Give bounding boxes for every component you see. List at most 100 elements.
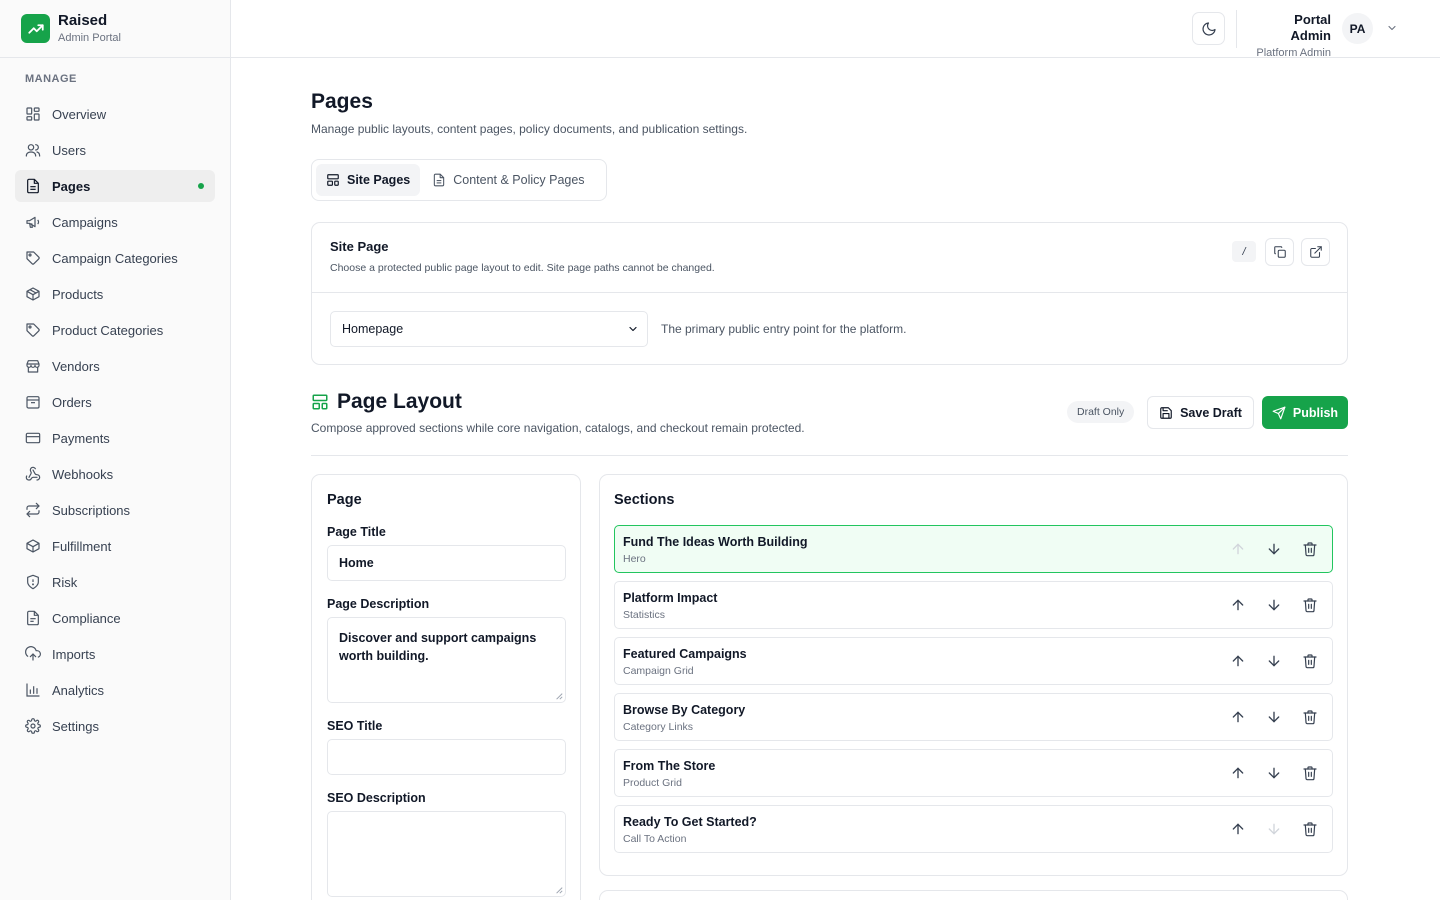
page-title: Pages: [311, 90, 373, 113]
page-description-value: Discover and support campaigns worth bui…: [339, 631, 537, 663]
arrow-down-icon[interactable]: [1266, 541, 1282, 557]
trash-icon[interactable]: [1302, 821, 1318, 837]
sidebar-item-label: Risk: [52, 574, 78, 590]
resize-grip-icon[interactable]: [555, 886, 563, 894]
publish-label: Publish: [1292, 405, 1339, 420]
sidebar-item-campaigns[interactable]: Campaigns: [15, 206, 215, 238]
site-page-subtitle: Choose a protected public page layout to…: [330, 262, 715, 274]
sidebar-item-campaign-categories[interactable]: Campaign Categories: [15, 242, 215, 274]
trash-icon[interactable]: [1302, 709, 1318, 725]
sidebar-item-label: Analytics: [52, 682, 105, 698]
site-page-hint: The primary public entry point for the p…: [661, 322, 907, 336]
section-name: Browse By Category: [623, 703, 746, 717]
nav-section-label: MANAGE: [25, 73, 77, 85]
sidebar-item-settings[interactable]: Settings: [15, 710, 215, 742]
section-row[interactable]: Ready To Get Started? Call To Action: [614, 805, 1333, 853]
sidebar-item-overview[interactable]: Overview: [15, 98, 215, 130]
sidebar-item-compliance[interactable]: Compliance: [15, 602, 215, 634]
sidebar-item-label: Campaign Categories: [52, 250, 178, 266]
user-menu[interactable]: Portal Admin Platform Admin: [1251, 12, 1331, 60]
arrow-up-icon[interactable]: [1230, 821, 1246, 837]
arrow-down-icon[interactable]: [1266, 821, 1282, 837]
sidebar-item-fulfillment[interactable]: Fulfillment: [15, 530, 215, 562]
trash-icon[interactable]: [1302, 653, 1318, 669]
arrow-up-icon[interactable]: [1230, 653, 1246, 669]
page-description-label: Page Description: [327, 597, 430, 611]
sidebar-item-label: Imports: [52, 646, 96, 662]
moon-icon: [1201, 21, 1217, 37]
save-draft-button[interactable]: Save Draft: [1147, 396, 1254, 429]
section-row[interactable]: From The Store Product Grid: [614, 749, 1333, 797]
arrow-up-icon[interactable]: [1230, 765, 1246, 781]
pages-icon: [25, 178, 41, 194]
sidebar-item-subscriptions[interactable]: Subscriptions: [15, 494, 215, 526]
section-row[interactable]: Fund The Ideas Worth Building Hero: [614, 525, 1333, 573]
sidebar-item-label: Product Categories: [52, 322, 164, 338]
avatar[interactable]: PA: [1342, 13, 1373, 44]
arrow-down-icon[interactable]: [1266, 765, 1282, 781]
sidebar-item-analytics[interactable]: Analytics: [15, 674, 215, 706]
chevron-down-icon[interactable]: [1386, 22, 1398, 34]
page-title-input[interactable]: Home: [327, 545, 566, 581]
arrow-up-icon[interactable]: [1230, 709, 1246, 725]
section-name: Featured Campaigns: [623, 647, 747, 661]
theme-toggle-button[interactable]: [1192, 12, 1225, 45]
page-title-label: Page Title: [327, 525, 386, 539]
section-type: Hero: [623, 553, 646, 565]
arrow-up-icon[interactable]: [1230, 597, 1246, 613]
section-name: Ready To Get Started?: [623, 815, 757, 829]
copy-path-button[interactable]: [1265, 238, 1294, 266]
tab-content-policy-pages[interactable]: Content & Policy Pages: [422, 164, 594, 196]
sidebar-item-label: Fulfillment: [52, 538, 112, 554]
publish-button[interactable]: Publish: [1262, 396, 1348, 429]
sidebar-nav: Overview Users Pages Campaigns Campaign …: [0, 98, 230, 742]
sidebar-item-products[interactable]: Products: [15, 278, 215, 310]
brand[interactable]: Raised Admin Portal: [0, 0, 230, 58]
bar-chart-icon: [25, 682, 41, 698]
arrow-up-icon[interactable]: [1230, 541, 1246, 557]
seo-description-label: SEO Description: [327, 791, 426, 805]
sidebar-item-users[interactable]: Users: [15, 134, 215, 166]
trash-icon[interactable]: [1302, 597, 1318, 613]
trash-icon[interactable]: [1302, 541, 1318, 557]
overview-icon: [25, 106, 41, 122]
sidebar-item-payments[interactable]: Payments: [15, 422, 215, 454]
site-page-select[interactable]: Homepage: [330, 311, 648, 347]
section-row[interactable]: Browse By Category Category Links: [614, 693, 1333, 741]
page-description-textarea[interactable]: Discover and support campaigns worth bui…: [327, 617, 566, 703]
layout-icon: [311, 393, 329, 411]
seo-title-input[interactable]: [327, 739, 566, 775]
sidebar-item-label: Webhooks: [52, 466, 114, 482]
page-settings-card: Page Page Title Home Page Description Di…: [311, 474, 581, 900]
trash-icon[interactable]: [1302, 765, 1318, 781]
tag-icon: [25, 322, 41, 338]
section-row[interactable]: Featured Campaigns Campaign Grid: [614, 637, 1333, 685]
arrow-down-icon[interactable]: [1266, 597, 1282, 613]
sidebar-item-webhooks[interactable]: Webhooks: [15, 458, 215, 490]
seo-description-textarea[interactable]: [327, 811, 566, 897]
section-row[interactable]: Platform Impact Statistics: [614, 581, 1333, 629]
sidebar-item-orders[interactable]: Orders: [15, 386, 215, 418]
sidebar-item-product-categories[interactable]: Product Categories: [15, 314, 215, 346]
sidebar-item-label: Users: [52, 142, 86, 158]
open-page-button[interactable]: [1301, 238, 1330, 266]
sidebar-item-label: Orders: [52, 394, 92, 410]
arrow-down-icon[interactable]: [1266, 653, 1282, 669]
active-indicator: [198, 183, 204, 189]
send-icon: [1272, 406, 1286, 420]
arrow-down-icon[interactable]: [1266, 709, 1282, 725]
file-text-icon: [432, 173, 446, 187]
tab-label: Site Pages: [347, 173, 411, 187]
select-value: Homepage: [342, 322, 404, 336]
webhook-icon: [25, 466, 41, 482]
sidebar-item-vendors[interactable]: Vendors: [15, 350, 215, 382]
sidebar-item-pages[interactable]: Pages: [15, 170, 215, 202]
resize-grip-icon[interactable]: [555, 692, 563, 700]
trending-up-icon: [21, 14, 50, 43]
brand-subtitle: Admin Portal: [58, 32, 121, 44]
sidebar-item-risk[interactable]: Risk: [15, 566, 215, 598]
box-icon: [25, 538, 41, 554]
credit-card-icon: [25, 430, 41, 446]
sidebar-item-imports[interactable]: Imports: [15, 638, 215, 670]
tab-site-pages[interactable]: Site Pages: [316, 164, 421, 196]
